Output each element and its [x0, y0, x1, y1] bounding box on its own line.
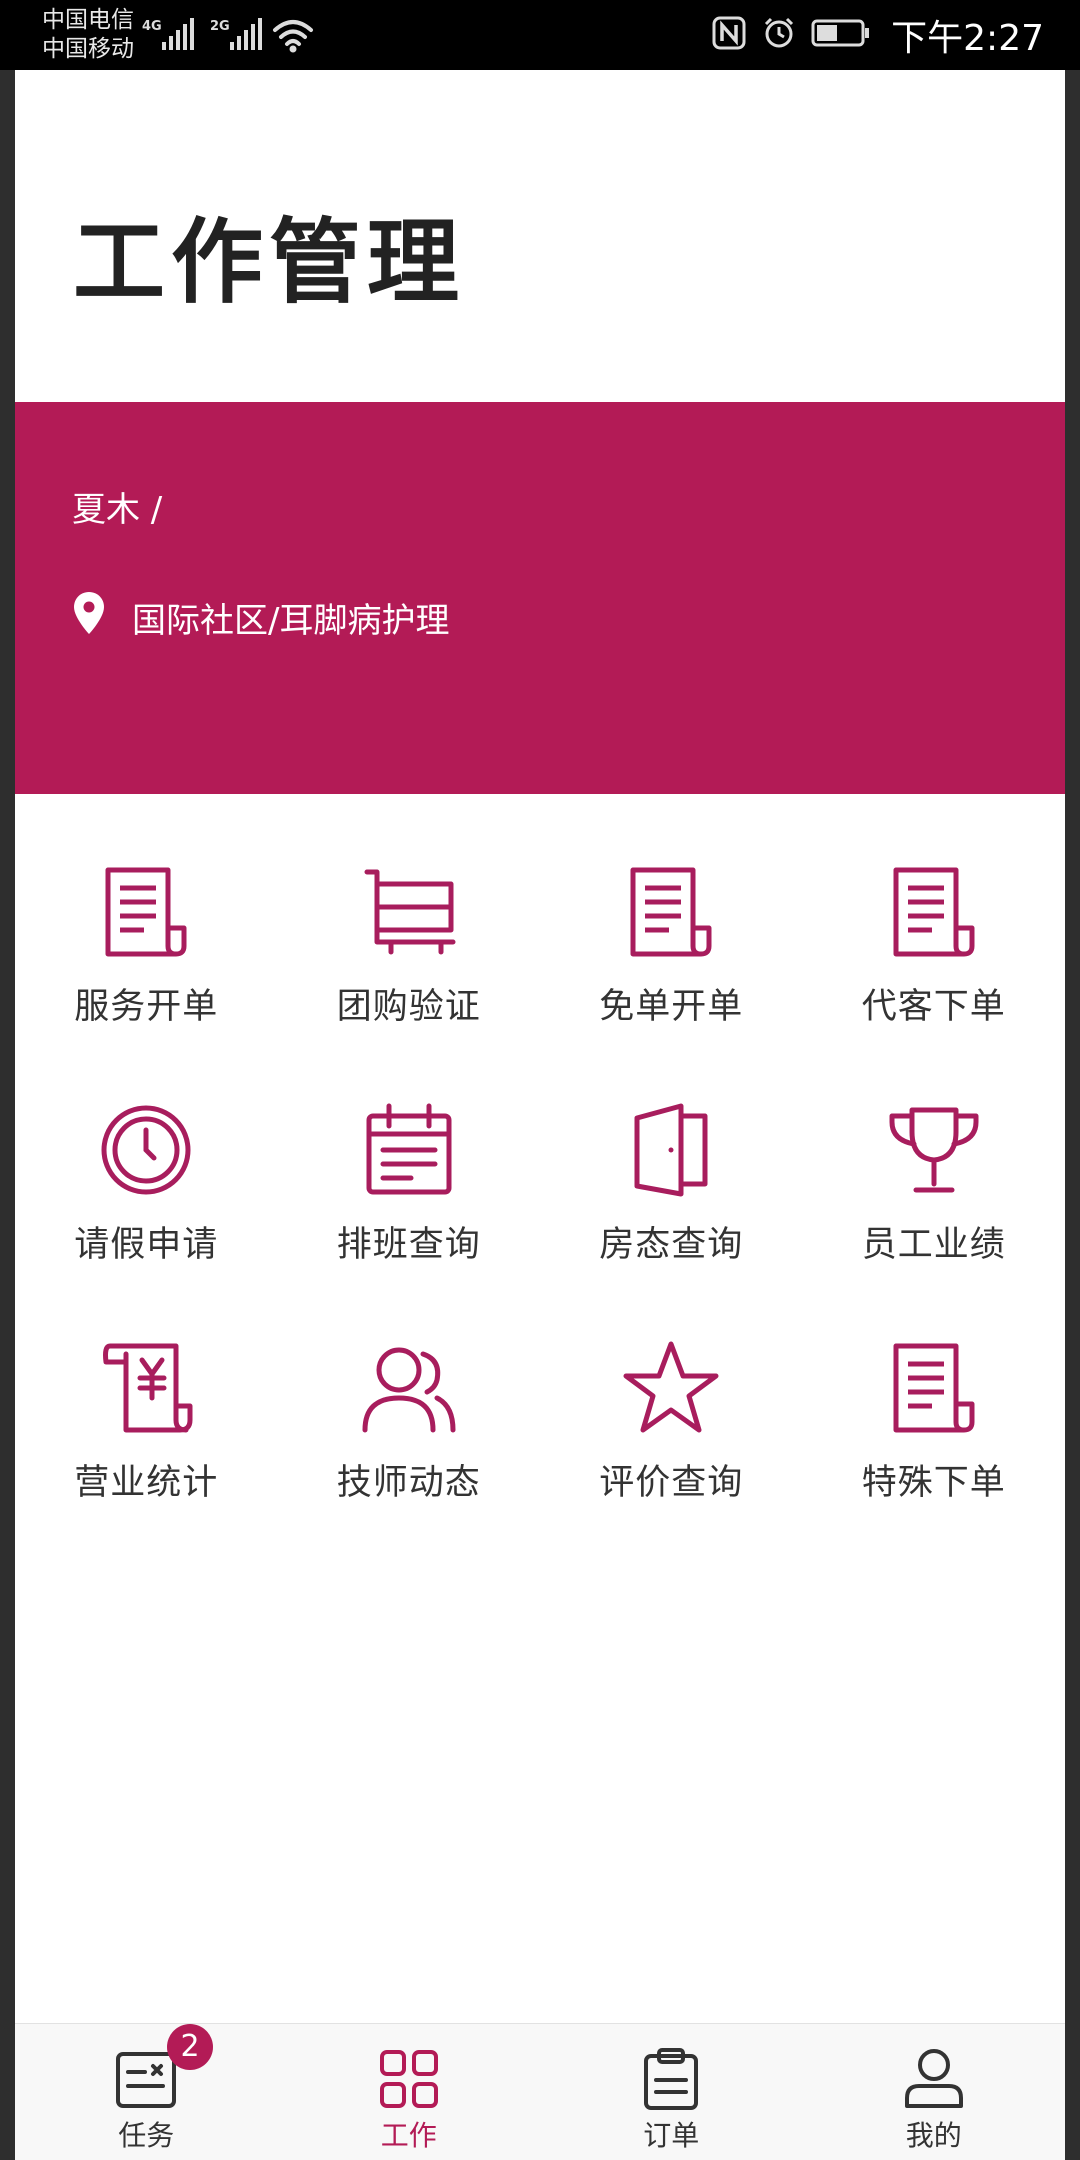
nav-item-orders[interactable]: 订单 — [540, 2024, 803, 2160]
grid-item-staff-performance[interactable]: 员工业绩 — [803, 1088, 1066, 1326]
document-icon — [98, 864, 194, 960]
grid-item-label: 房态查询 — [599, 1225, 744, 1265]
grid-item-label: 团购验证 — [336, 987, 481, 1027]
signal-2-icon: 2G — [208, 14, 270, 54]
yen-scroll-icon — [98, 1340, 194, 1436]
grid-item-service-order[interactable]: 服务开单 — [15, 850, 278, 1088]
grid-item-label: 营业统计 — [74, 1463, 219, 1503]
nav-item-tasks[interactable]: 任务 2 — [15, 2024, 278, 2160]
wifi-icon — [272, 16, 314, 54]
task-icon — [115, 2048, 177, 2110]
network-1-label: 4G — [142, 19, 162, 34]
grid-item-group-buy-verify[interactable]: 团购验证 — [278, 850, 541, 1088]
user-banner: 夏木 / 国际社区/耳脚病护理 — [15, 402, 1065, 794]
user-location[interactable]: 国际社区/耳脚病护理 — [72, 590, 449, 645]
calendar-icon — [361, 1102, 457, 1198]
star-icon — [623, 1340, 719, 1436]
document-icon — [623, 864, 719, 960]
grid-item-label: 服务开单 — [74, 987, 219, 1027]
grid-item-room-status[interactable]: 房态查询 — [540, 1088, 803, 1326]
app-screen: 工作管理 夏木 / 国际社区/耳脚病护理 服务开单 团购验证 免单开单 代客下单… — [15, 70, 1065, 2160]
nav-item-work[interactable]: 工作 — [278, 2024, 541, 2160]
grid-item-label: 免单开单 — [599, 987, 744, 1027]
grid-item-business-stats[interactable]: 营业统计 — [15, 1326, 278, 1564]
location-text: 国际社区/耳脚病护理 — [132, 601, 450, 641]
person-icon — [903, 2048, 965, 2110]
grid-icon — [378, 2048, 440, 2110]
location-pin-icon — [72, 590, 106, 645]
nav-label: 我的 — [905, 2119, 962, 2152]
nav-label: 订单 — [643, 2119, 700, 2152]
document-icon — [886, 864, 982, 960]
alarm-icon — [761, 15, 797, 55]
status-bar: 中国电信 中国移动 4G 2G 下午2:27 — [0, 0, 1080, 70]
nav-label: 任务 — [118, 2119, 175, 2152]
grid-item-label: 代客下单 — [861, 987, 1006, 1027]
grid-item-special-order[interactable]: 特殊下单 — [803, 1326, 1066, 1564]
grid-item-label: 排班查询 — [336, 1225, 481, 1265]
grid-item-schedule-query[interactable]: 排班查询 — [278, 1088, 541, 1326]
carrier-2: 中国移动 — [42, 36, 134, 62]
signal-1-icon: 4G — [140, 14, 202, 54]
grid-item-leave-request[interactable]: 请假申请 — [15, 1088, 278, 1326]
trophy-icon — [886, 1102, 982, 1198]
users-icon — [361, 1340, 457, 1436]
grid-item-proxy-order[interactable]: 代客下单 — [803, 850, 1066, 1088]
page-title: 工作管理 — [73, 209, 466, 316]
function-grid: 服务开单 团购验证 免单开单 代客下单 请假申请 排班查询 房态查询 员工业绩 … — [15, 850, 1065, 1564]
grid-item-label: 特殊下单 — [861, 1463, 1006, 1503]
task-count-badge: 2 — [167, 2024, 213, 2070]
nfc-icon — [711, 15, 747, 55]
bottom-nav: 任务 2 工作 订单 我的 — [15, 2023, 1065, 2160]
grid-item-label: 请假申请 — [74, 1225, 219, 1265]
nav-item-mine[interactable]: 我的 — [803, 2024, 1066, 2160]
user-name: 夏木 / — [72, 490, 163, 530]
grid-item-review-query[interactable]: 评价查询 — [540, 1326, 803, 1564]
document-icon — [886, 1340, 982, 1436]
grid-item-label: 员工业绩 — [861, 1225, 1006, 1265]
cart-icon — [361, 864, 457, 960]
grid-item-label: 技师动态 — [336, 1463, 481, 1503]
carrier-info: 中国电信 中国移动 — [42, 6, 134, 64]
status-right: 下午2:27 — [711, 10, 1044, 60]
grid-item-label: 评价查询 — [599, 1463, 744, 1503]
grid-item-free-order[interactable]: 免单开单 — [540, 850, 803, 1088]
clock-time: 下午2:27 — [891, 18, 1044, 59]
battery-icon — [811, 18, 871, 52]
grid-item-technician-status[interactable]: 技师动态 — [278, 1326, 541, 1564]
nav-label: 工作 — [380, 2119, 437, 2152]
network-2-label: 2G — [210, 19, 230, 34]
door-icon — [623, 1102, 719, 1198]
clipboard-icon — [640, 2048, 702, 2110]
clock-icon — [98, 1102, 194, 1198]
carrier-1: 中国电信 — [42, 7, 134, 33]
